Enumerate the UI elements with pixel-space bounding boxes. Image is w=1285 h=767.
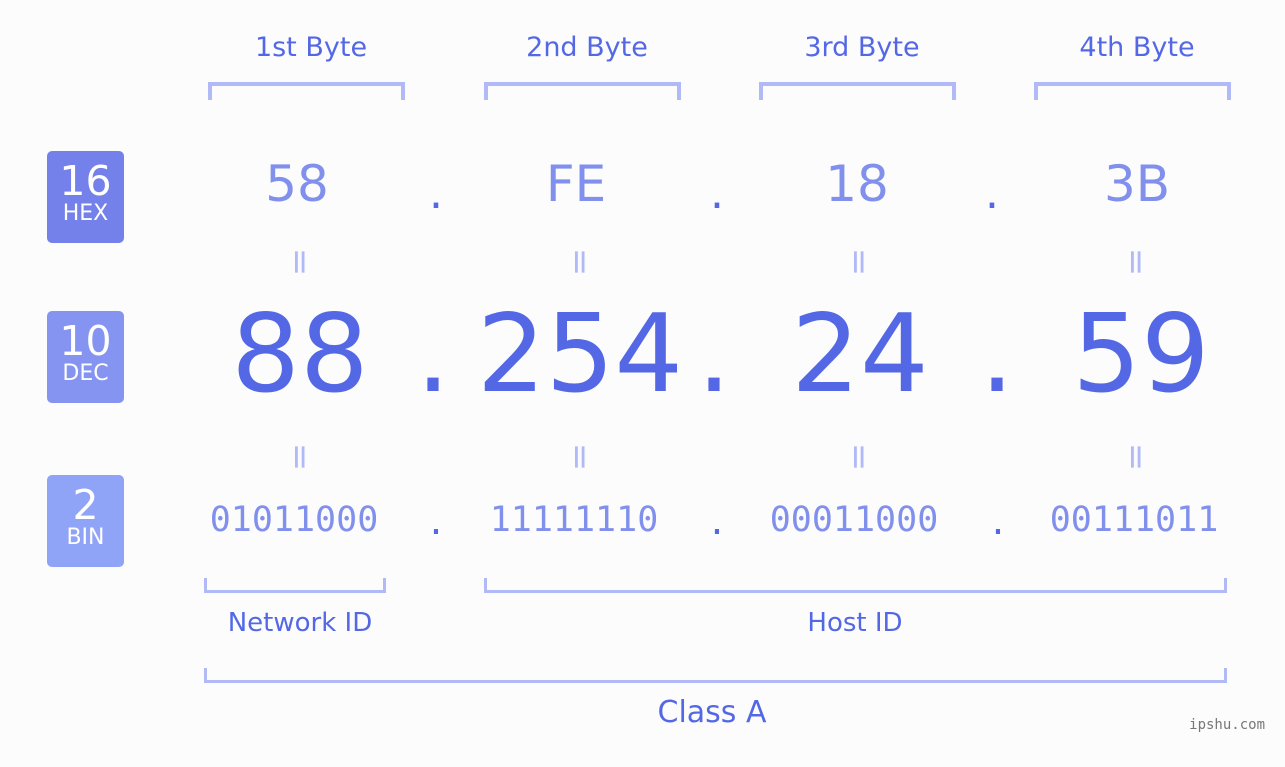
equals-icon: =: [280, 442, 320, 472]
bin-separator-1: .: [429, 498, 443, 544]
equals-icon: =: [280, 247, 320, 277]
equals-icon: =: [560, 442, 600, 472]
class-label: Class A: [657, 695, 767, 730]
hex-separator-3: .: [985, 168, 999, 219]
hex-base: 16: [59, 157, 112, 205]
hex-byte-2: FE: [545, 155, 607, 213]
byte-header-4: 4th Byte: [1079, 32, 1195, 63]
dec-byte-1: 88: [231, 292, 369, 417]
host-id-label: Host ID: [807, 608, 903, 638]
byte-bracket-2: [484, 82, 681, 100]
equals-icon: =: [839, 247, 879, 277]
hex-byte-3: 18: [825, 155, 889, 213]
byte-header-1: 1st Byte: [254, 32, 368, 63]
bin-byte-1: 01011000: [209, 500, 379, 540]
hex-badge: 16 HEX: [47, 151, 124, 243]
hex-byte-1: 58: [265, 155, 329, 213]
byte-bracket-1: [208, 82, 405, 100]
bin-base: 2: [72, 481, 99, 529]
watermark: ipshu.com: [1189, 717, 1265, 733]
dec-separator-1: .: [415, 292, 451, 417]
equals-icon: =: [1116, 442, 1156, 472]
bin-byte-4: 00111011: [1049, 500, 1219, 540]
dec-byte-3: 24: [791, 292, 929, 417]
host-id-bracket: [484, 578, 1227, 593]
hex-label: HEX: [62, 201, 109, 226]
hex-separator-2: .: [710, 168, 724, 219]
network-id-label: Network ID: [227, 608, 373, 638]
dec-separator-2: .: [696, 292, 732, 417]
bin-badge: 2 BIN: [47, 475, 124, 567]
dec-badge: 10 DEC: [47, 311, 124, 403]
byte-bracket-4: [1034, 82, 1231, 100]
dec-label: DEC: [62, 361, 109, 386]
network-id-bracket: [204, 578, 386, 593]
equals-icon: =: [560, 247, 600, 277]
dec-separator-3: .: [979, 292, 1015, 417]
equals-icon: =: [1116, 247, 1156, 277]
bin-separator-2: .: [710, 498, 724, 544]
bin-byte-2: 11111110: [489, 500, 659, 540]
hex-separator-1: .: [429, 168, 443, 219]
bin-separator-3: .: [991, 498, 1005, 544]
dec-byte-2: 254: [476, 292, 684, 417]
class-bracket: [204, 668, 1227, 683]
byte-bracket-3: [759, 82, 956, 100]
dec-byte-4: 59: [1072, 292, 1210, 417]
hex-byte-4: 3B: [1103, 155, 1171, 213]
byte-header-3: 3rd Byte: [804, 32, 920, 63]
dec-base: 10: [59, 317, 112, 365]
byte-header-2: 2nd Byte: [526, 32, 648, 63]
bin-label: BIN: [66, 525, 105, 550]
equals-icon: =: [839, 442, 879, 472]
bin-byte-3: 00011000: [769, 500, 939, 540]
